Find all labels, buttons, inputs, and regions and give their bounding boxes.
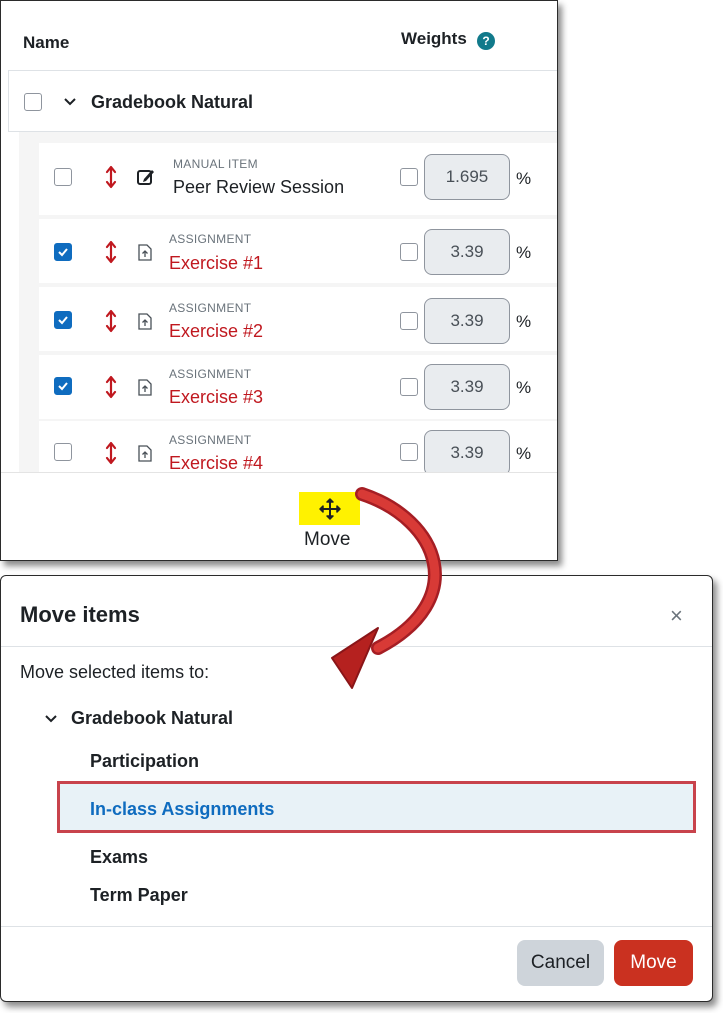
tree-item-participation[interactable]: Participation [90,751,199,772]
assignment-icon [138,313,152,330]
modal-footer-divider [1,926,712,927]
drag-handle-icon[interactable] [104,165,118,189]
tree-root-category[interactable]: Gradebook Natural [71,708,233,729]
item-type-label: MANUAL ITEM [173,157,258,171]
modal-title: Move items [20,602,140,627]
weight-input[interactable]: 1.695 [424,154,510,200]
percent-sign: % [516,312,532,331]
item-checkbox[interactable] [54,168,72,186]
weight-input[interactable]: 3.39 [424,364,510,410]
drag-handle-icon[interactable] [104,309,118,333]
item-type-label: ASSIGNMENT [169,301,252,315]
item-name-link[interactable]: Exercise #1 [169,253,263,274]
percent-sign: % [516,169,532,188]
category-title: Gradebook Natural [91,92,254,112]
tree-item-term-paper[interactable]: Term Paper [90,885,188,906]
item-name: Peer Review Session [173,177,345,197]
percent-sign: % [516,444,532,463]
category-checkbox[interactable] [24,93,42,111]
weight-input[interactable]: 3.39 [424,430,510,476]
percent-sign: % [516,378,532,397]
weight-override-checkbox[interactable] [400,312,418,330]
tree-item-exams[interactable]: Exams [90,847,148,868]
weights-column-header: Weights [401,29,467,48]
weight-input[interactable]: 3.39 [424,298,510,344]
weight-override-checkbox[interactable] [400,378,418,396]
chevron-down-icon[interactable] [44,714,58,724]
tree-item-in-class-assignments[interactable]: In-class Assignments [90,799,274,820]
drag-handle-icon[interactable] [104,375,118,399]
help-icon[interactable]: ? [477,32,495,50]
drag-handle-icon[interactable] [104,240,118,264]
close-icon[interactable]: × [670,603,683,629]
item-checkbox[interactable] [54,243,72,261]
item-checkbox[interactable] [54,443,72,461]
weight-override-checkbox[interactable] [400,168,418,186]
move-button[interactable]: Move [614,940,693,986]
item-checkbox[interactable] [54,377,72,395]
item-name-link[interactable]: Exercise #3 [169,387,263,408]
bulk-actions-footer [1,472,557,560]
chevron-down-icon[interactable] [63,97,77,107]
item-name-link[interactable]: Exercise #2 [169,321,263,342]
item-name-link[interactable]: Exercise #4 [169,453,263,474]
cancel-button[interactable]: Cancel [517,940,604,986]
assignment-icon [138,445,152,462]
gradebook-panel: Name Weights ? Gradebook Natural MANUAL … [0,0,558,561]
annotation-curved-arrow [331,487,442,689]
item-type-label: ASSIGNMENT [169,433,252,447]
item-type-label: ASSIGNMENT [169,367,252,381]
assignment-icon [138,244,152,261]
edit-icon [137,170,154,185]
weight-override-checkbox[interactable] [400,443,418,461]
modal-instruction: Move selected items to: [20,662,210,682]
name-column-header: Name [23,33,70,52]
assignment-icon [138,379,152,396]
weight-input[interactable]: 3.39 [424,229,510,275]
weight-override-checkbox[interactable] [400,243,418,261]
percent-sign: % [516,243,532,262]
drag-handle-icon[interactable] [104,441,118,465]
item-type-label: ASSIGNMENT [169,232,252,246]
item-checkbox[interactable] [54,311,72,329]
